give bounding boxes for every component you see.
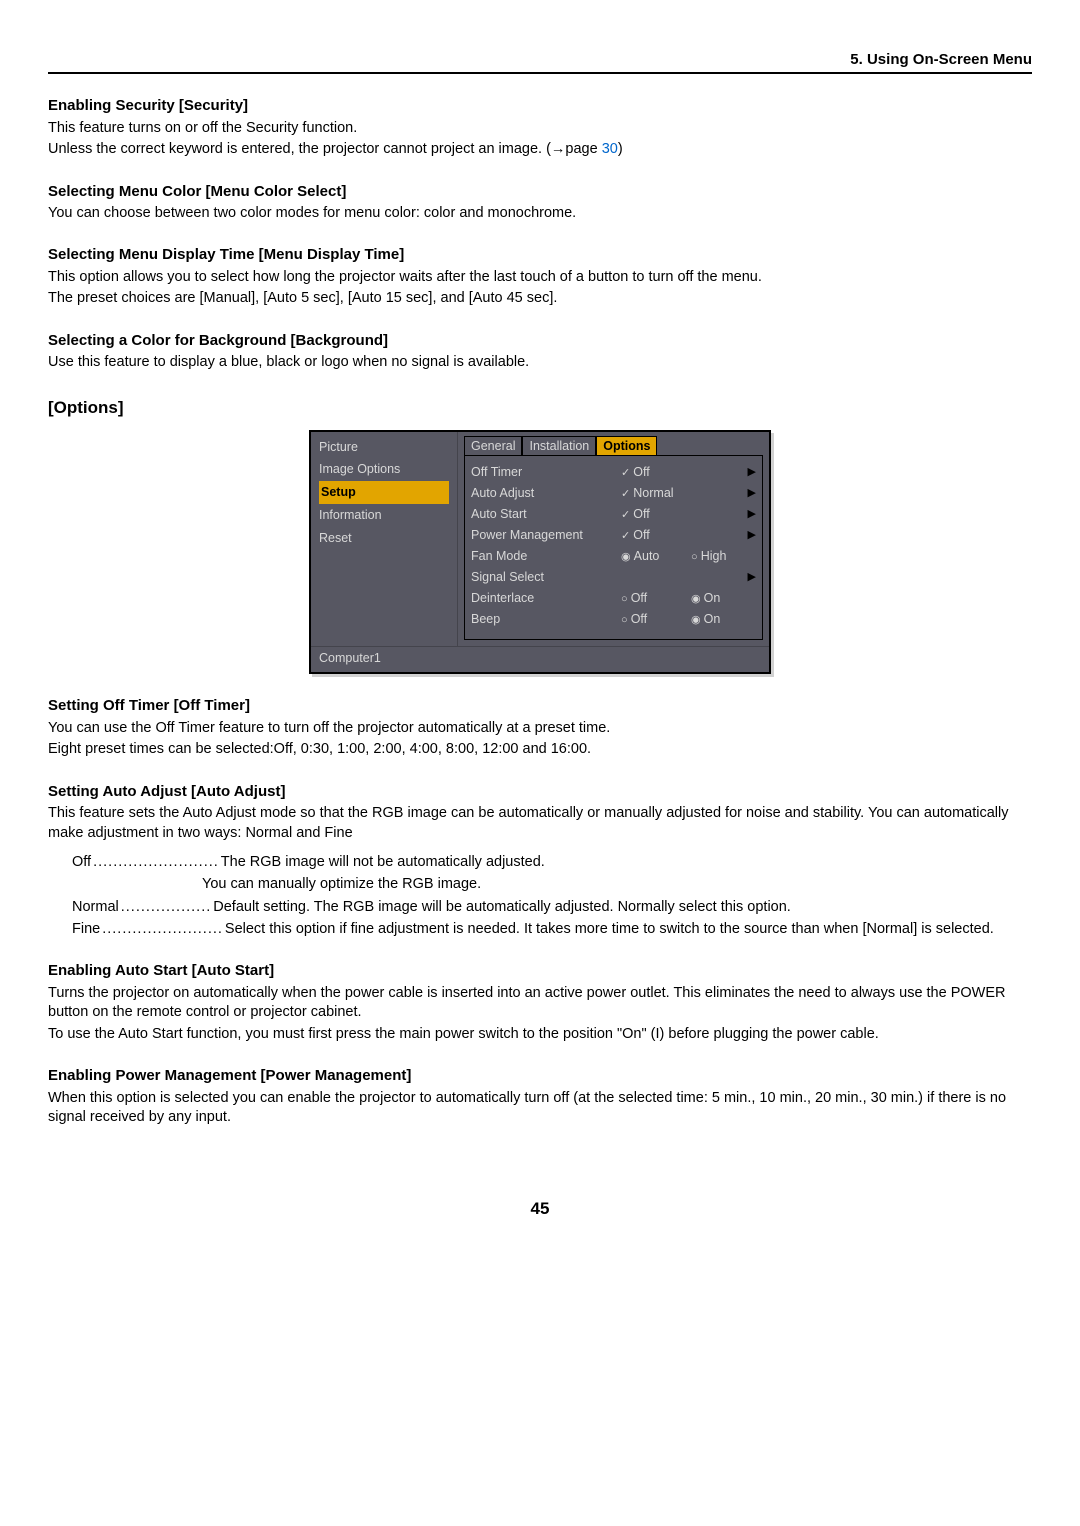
osd-status-bar: Computer1 — [311, 646, 769, 672]
heading-menu-display-time: Selecting Menu Display Time [Menu Displa… — [48, 245, 1032, 265]
osd-right-panel: General Installation Options Off Timer O… — [458, 432, 769, 647]
radio-high[interactable]: High — [691, 548, 756, 565]
definition: Default setting. The RGB image will be a… — [213, 898, 1032, 918]
osd-options-body: Off Timer Off ▶ Auto Adjust Normal ▶ Aut… — [464, 455, 763, 640]
heading-options: [Options] — [48, 397, 1032, 420]
radio-off[interactable]: Off — [621, 611, 691, 628]
heading-power-management: Enabling Power Management [Power Managem… — [48, 1066, 1032, 1086]
def-off: Off ......................... The RGB im… — [72, 853, 1032, 873]
text: Turns the projector on automatically whe… — [48, 984, 1032, 1023]
text: You can choose between two color modes f… — [48, 204, 1032, 224]
nav-item-image-options[interactable]: Image Options — [319, 458, 449, 481]
radio-on[interactable]: On — [691, 590, 756, 607]
heading-background: Selecting a Color for Background [Backgr… — [48, 331, 1032, 351]
page-link-30[interactable]: 30 — [602, 141, 618, 157]
text: This feature turns on or off the Securit… — [48, 119, 1032, 139]
arrow-icon: ▶ — [748, 465, 756, 480]
nav-item-setup[interactable]: Setup — [319, 481, 449, 504]
text: Use this feature to display a blue, blac… — [48, 353, 1032, 373]
row-beep[interactable]: Beep Off On — [471, 609, 756, 630]
osd-menu-body: Picture Image Options Setup Information … — [311, 432, 769, 647]
page-number: 45 — [48, 1198, 1032, 1221]
leader-dots: ......................... — [91, 853, 221, 873]
row-power-management[interactable]: Power Management Off ▶ — [471, 525, 756, 546]
def-fine: Fine ........................ Select thi… — [72, 920, 1032, 940]
label: Deinterlace — [471, 590, 621, 607]
heading-auto-adjust: Setting Auto Adjust [Auto Adjust] — [48, 782, 1032, 802]
heading-off-timer: Setting Off Timer [Off Timer] — [48, 696, 1032, 716]
osd-menu: Picture Image Options Setup Information … — [309, 430, 771, 675]
osd-menu-figure: Picture Image Options Setup Information … — [309, 430, 771, 675]
term: Off — [72, 853, 91, 873]
label: Power Management — [471, 527, 621, 544]
nav-item-information[interactable]: Information — [319, 504, 449, 527]
nav-item-picture[interactable]: Picture — [319, 436, 449, 459]
radio-off[interactable]: Off — [621, 590, 691, 607]
radio-on[interactable]: On — [691, 611, 756, 628]
text: This option allows you to select how lon… — [48, 268, 1032, 288]
radio-auto[interactable]: Auto — [621, 548, 691, 565]
text: Unless the correct keyword is entered, t… — [48, 141, 602, 157]
row-off-timer[interactable]: Off Timer Off ▶ — [471, 462, 756, 483]
text: Unless the correct keyword is entered, t… — [48, 140, 1032, 160]
osd-left-nav[interactable]: Picture Image Options Setup Information … — [311, 432, 458, 647]
row-auto-start[interactable]: Auto Start Off ▶ — [471, 504, 756, 525]
def-normal: Normal .................. Default settin… — [72, 898, 1032, 918]
arrow-icon: ▶ — [748, 486, 756, 501]
value: Normal — [621, 485, 706, 502]
text: Eight preset times can be selected:Off, … — [48, 740, 1032, 760]
osd-tabs: General Installation Options — [464, 432, 763, 456]
label: Off Timer — [471, 464, 621, 481]
arrow-icon: ▶ — [748, 570, 756, 585]
text: The preset choices are [Manual], [Auto 5… — [48, 289, 1032, 309]
value: Off — [621, 527, 706, 544]
arrow-icon: ▶ — [748, 528, 756, 543]
term: Fine — [72, 920, 100, 940]
text: To use the Auto Start function, you must… — [48, 1025, 1032, 1045]
tab-installation[interactable]: Installation — [522, 436, 596, 456]
leader-dots: .................. — [119, 898, 214, 918]
leader-dots: ........................ — [100, 920, 225, 940]
label: Fan Mode — [471, 548, 621, 565]
term: Normal — [72, 898, 119, 918]
chapter-header: 5. Using On-Screen Menu — [48, 50, 1032, 74]
row-signal-select[interactable]: Signal Select ▶ — [471, 567, 756, 588]
label: Signal Select — [471, 569, 621, 586]
text: ) — [618, 141, 623, 157]
value: Off — [621, 464, 706, 481]
row-auto-adjust[interactable]: Auto Adjust Normal ▶ — [471, 483, 756, 504]
text: When this option is selected you can ena… — [48, 1089, 1032, 1128]
nav-item-reset[interactable]: Reset — [319, 527, 449, 550]
tab-general[interactable]: General — [464, 436, 522, 456]
heading-menu-color: Selecting Menu Color [Menu Color Select] — [48, 182, 1032, 202]
definition: Select this option if fine adjustment is… — [225, 920, 1032, 940]
row-deinterlace[interactable]: Deinterlace Off On — [471, 588, 756, 609]
label: Auto Start — [471, 506, 621, 523]
heading-auto-start: Enabling Auto Start [Auto Start] — [48, 961, 1032, 981]
row-fan-mode[interactable]: Fan Mode Auto High — [471, 546, 756, 567]
text: You can use the Off Timer feature to tur… — [48, 719, 1032, 739]
value: Off — [621, 506, 706, 523]
heading-security: Enabling Security [Security] — [48, 96, 1032, 116]
definition: The RGB image will not be automatically … — [221, 853, 1032, 873]
text: This feature sets the Auto Adjust mode s… — [48, 804, 1032, 843]
definition-cont: You can manually optimize the RGB image. — [202, 875, 1032, 895]
definition-list: Off ......................... The RGB im… — [72, 853, 1032, 939]
chapter-title: 5. Using On-Screen Menu — [850, 50, 1032, 70]
tab-options[interactable]: Options — [596, 436, 657, 456]
label: Beep — [471, 611, 621, 628]
label: Auto Adjust — [471, 485, 621, 502]
arrow-icon: ▶ — [748, 507, 756, 522]
